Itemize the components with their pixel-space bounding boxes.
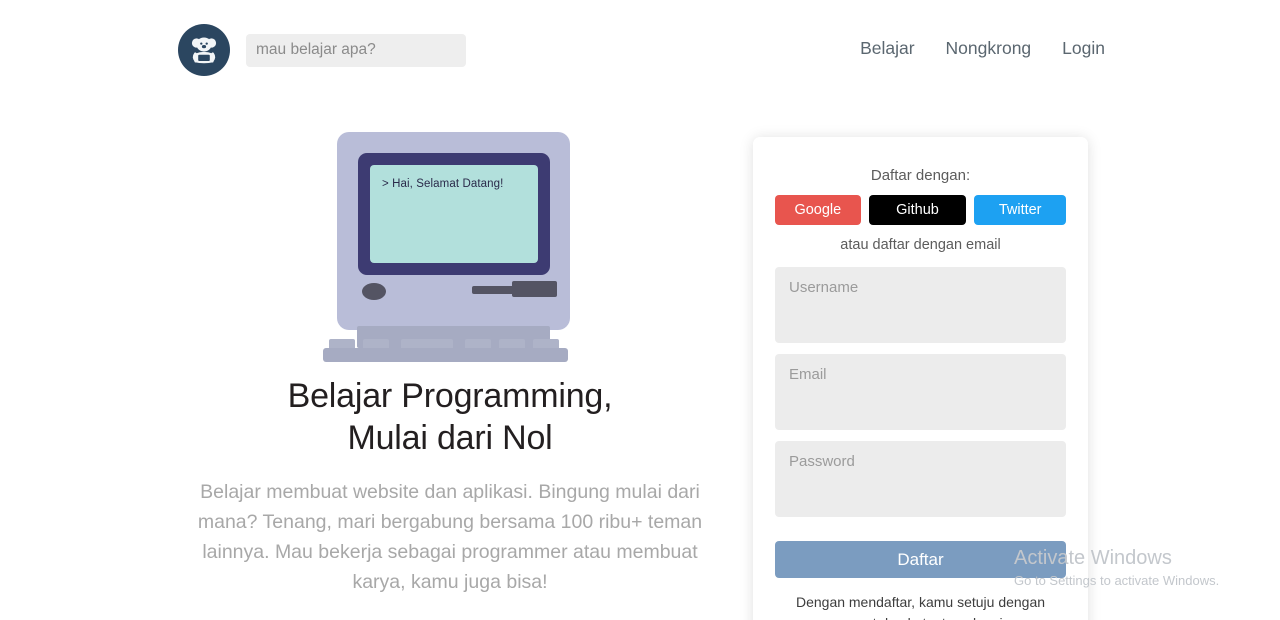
terms-notice: Dengan mendaftar, kamu setuju dengan sya…	[775, 592, 1066, 620]
username-field[interactable]	[775, 267, 1066, 343]
koala-mascot-logo-icon[interactable]	[178, 24, 230, 76]
floppy-drive-icon	[512, 281, 557, 297]
password-field[interactable]	[775, 441, 1066, 517]
search-input[interactable]	[246, 33, 466, 67]
terms-link[interactable]: syarat dan ketentuan	[838, 615, 969, 620]
signup-page: Belajar Nongkrong Login > Hai, Selamat D…	[0, 0, 1280, 620]
nav-item-login[interactable]: Login	[1062, 38, 1105, 59]
signup-card: Daftar dengan: Google Github Twitter ata…	[753, 137, 1088, 620]
daftar-submit-button[interactable]: Daftar	[775, 541, 1066, 578]
headline-line-2: Mulai dari Nol	[347, 419, 553, 457]
brand-and-search	[178, 24, 466, 76]
github-signup-button[interactable]: Github	[868, 195, 967, 225]
main-nav: Belajar Nongkrong Login	[860, 38, 1105, 59]
email-divider-label: atau daftar dengan email	[840, 237, 1001, 253]
nav-item-nongkrong[interactable]: Nongkrong	[946, 38, 1032, 59]
twitter-signup-button[interactable]: Twitter	[974, 195, 1066, 225]
signup-card-title: Daftar dengan:	[870, 167, 971, 184]
email-field[interactable]	[775, 354, 1066, 430]
keyboard-body	[323, 348, 568, 362]
page-title: Belajar Programming, Mulai dari Nol	[160, 375, 740, 459]
google-signup-button[interactable]: Google	[775, 195, 861, 225]
power-button-icon	[362, 283, 386, 300]
site-header: Belajar Nongkrong Login	[0, 0, 1280, 100]
retro-computer-illustration: > Hai, Selamat Datang!	[160, 120, 740, 365]
screen-greeting-text: > Hai, Selamat Datang!	[382, 178, 504, 190]
terms-suffix: kami	[969, 615, 1003, 620]
social-signup-buttons: Google Github Twitter	[775, 195, 1066, 225]
headline-line-1: Belajar Programming,	[287, 377, 613, 415]
terms-prefix: Dengan mendaftar, kamu setuju dengan	[795, 594, 1046, 610]
hero-description: Belajar membuat website dan aplikasi. Bi…	[197, 481, 703, 593]
hero-section: > Hai, Selamat Datang! Belajar Programmi…	[160, 120, 740, 597]
nav-item-belajar[interactable]: Belajar	[860, 38, 914, 59]
